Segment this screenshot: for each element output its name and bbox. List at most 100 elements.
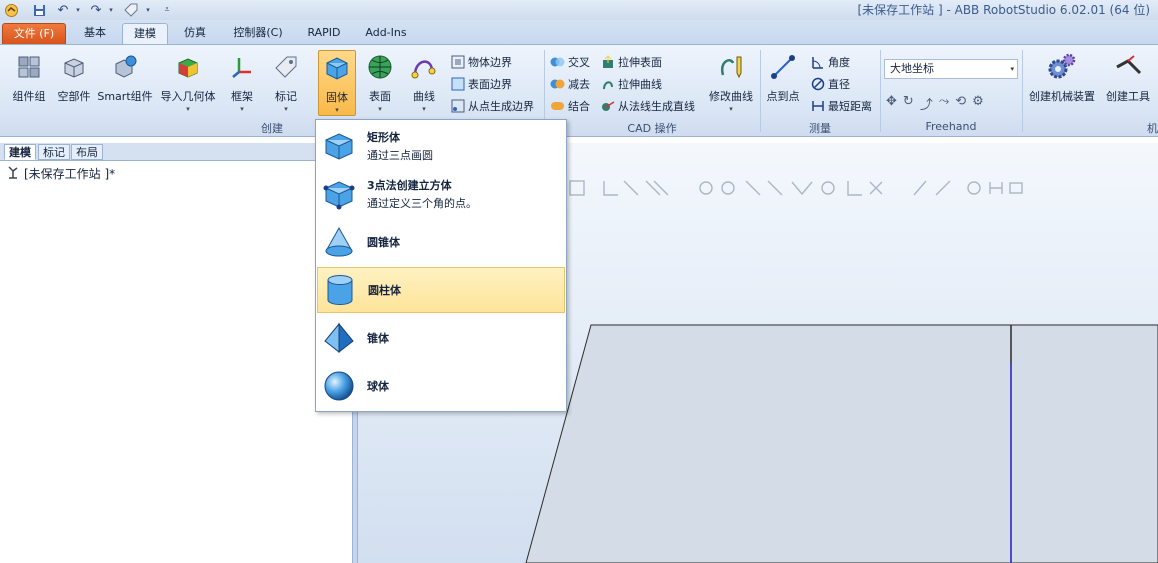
reference-frame-value: 大地坐标 <box>890 62 934 75</box>
point-to-point-button[interactable]: 点到点 <box>764 50 802 116</box>
smart-component-label: Smart组件 <box>97 90 153 103</box>
create-tool-button[interactable]: 创建工具 <box>1102 50 1154 116</box>
menu-item-title: 圆锥体 <box>367 236 400 249</box>
tab-addins[interactable]: Add-Ins <box>356 23 416 45</box>
component-group-label: 组件组 <box>12 90 46 103</box>
move-icon[interactable]: ✥ <box>886 94 897 113</box>
empty-part-icon <box>59 52 89 82</box>
tab-controller[interactable]: 控制器(C) <box>224 23 292 45</box>
solid-button[interactable]: 固体 ▾ <box>318 50 356 116</box>
smart-component-icon <box>110 52 140 82</box>
tag-label: 标记 <box>275 90 297 103</box>
extrude-curve-button[interactable]: 拉伸曲线 <box>600 74 662 94</box>
intersect-button[interactable]: 交叉 <box>550 52 590 72</box>
component-group-button[interactable]: 组件组 <box>8 50 50 116</box>
menu-item-title: 球体 <box>367 380 389 393</box>
line-from-normal-button[interactable]: 从法线生成直线 <box>600 96 695 116</box>
customize-qat-icon[interactable]: ⩡ <box>160 1 174 19</box>
tab-modeling-browser[interactable]: 建模 <box>4 144 36 160</box>
subtract-label: 减去 <box>568 78 590 91</box>
diameter-button[interactable]: 直径 <box>810 74 850 94</box>
boundary-from-points-icon <box>450 99 465 114</box>
tab-file[interactable]: 文件 (F) <box>2 23 66 45</box>
tab-layout-browser[interactable]: 布局 <box>71 144 103 160</box>
rotate-icon[interactable]: ↻ <box>903 94 914 113</box>
body-boundary-button[interactable]: 物体边界 <box>450 52 512 72</box>
tab-rapid[interactable]: RAPID <box>298 23 350 45</box>
union-label: 结合 <box>568 100 590 113</box>
subtract-button[interactable]: 减去 <box>550 74 590 94</box>
box-icon <box>321 128 357 164</box>
tab-simulation[interactable]: 仿真 <box>172 23 218 45</box>
tag-button[interactable]: 标记 ▾ <box>266 50 306 116</box>
extrude-surface-label: 拉伸表面 <box>618 56 662 69</box>
tag-icon[interactable] <box>121 1 141 19</box>
viewport-snap-toolbar <box>566 178 1026 198</box>
extrude-surface-icon <box>600 55 615 70</box>
freehand-group-label: Freehand <box>925 120 977 133</box>
min-distance-icon <box>810 99 825 114</box>
app-logo-icon[interactable] <box>2 1 20 19</box>
reference-frame-select[interactable]: 大地坐标 ▾ <box>884 59 1018 79</box>
sphere-icon <box>321 368 357 404</box>
tab-tags-browser[interactable]: 标记 <box>38 144 70 160</box>
modify-curve-dropdown-icon: ▾ <box>729 105 733 113</box>
frame-icon <box>227 52 257 82</box>
frame-button[interactable]: 框架 ▾ <box>224 50 260 116</box>
extrude-surface-button[interactable]: 拉伸表面 <box>600 52 662 72</box>
multi-robot-jog-icon[interactable]: ⚙ <box>972 94 984 113</box>
menu-item-pyramid[interactable]: 锥体 <box>317 315 565 361</box>
body-boundary-icon <box>450 55 465 70</box>
undo-dropdown-icon[interactable]: ▾ <box>73 1 83 19</box>
frame-dropdown-icon: ▾ <box>240 105 244 113</box>
menu-item-cylinder[interactable]: 圆柱体 <box>317 267 565 313</box>
solid-icon <box>322 53 352 83</box>
gears-icon <box>1047 52 1077 82</box>
menu-item-sphere[interactable]: 球体 <box>317 363 565 409</box>
solid-label: 固体 <box>326 91 348 104</box>
union-button[interactable]: 结合 <box>550 96 590 116</box>
undo-icon[interactable]: ↶ <box>55 1 71 19</box>
curve-label: 曲线 <box>413 90 435 103</box>
solid-dropdown-icon: ▾ <box>335 106 339 114</box>
union-icon <box>550 99 565 114</box>
menu-item-title: 锥体 <box>367 332 389 345</box>
curve-icon <box>409 52 439 82</box>
menu-item-box[interactable]: 矩形体 通过三点画圆 <box>317 123 565 169</box>
surface-dropdown-icon: ▾ <box>378 105 382 113</box>
create-mechanism-button[interactable]: 创建机械装置 <box>1026 50 1098 116</box>
empty-part-label: 空部件 <box>57 90 91 103</box>
tab-modeling[interactable]: 建模 <box>122 23 168 45</box>
jog-joint-icon[interactable]: ⤴ <box>920 94 933 113</box>
curve-button[interactable]: 曲线 ▾ <box>404 50 444 116</box>
surface-boundary-button[interactable]: 表面边界 <box>450 74 512 94</box>
menu-item-box-3point[interactable]: 3点法创建立方体 通过定义三个角的点。 <box>317 171 565 217</box>
min-distance-button[interactable]: 最短距离 <box>810 96 872 116</box>
group-divider <box>1022 50 1023 132</box>
menu-item-desc: 通过定义三个角的点。 <box>367 197 477 210</box>
tag-dropdown-arrow-icon: ▾ <box>284 105 288 113</box>
redo-icon[interactable]: ↷ <box>88 1 104 19</box>
smart-component-button[interactable]: Smart组件 <box>97 50 153 116</box>
modify-curve-button[interactable]: 修改曲线 ▾ <box>706 50 756 116</box>
jog-reorient-icon[interactable]: ⟲ <box>955 94 966 113</box>
surface-button[interactable]: 表面 ▾ <box>360 50 400 116</box>
snap-mode-icons <box>569 180 1023 196</box>
menu-item-cone[interactable]: 圆锥体 <box>317 219 565 265</box>
boundary-from-points-button[interactable]: 从点生成边界 <box>450 96 534 116</box>
save-icon[interactable] <box>31 1 47 19</box>
line-from-normal-icon <box>600 99 615 114</box>
redo-dropdown-icon[interactable]: ▾ <box>106 1 116 19</box>
jog-linear-icon[interactable]: ⤳ <box>939 94 949 113</box>
min-distance-label: 最短距离 <box>828 100 872 113</box>
import-geometry-button[interactable]: 导入几何体 ▾ <box>158 50 218 116</box>
box-3point-icon <box>321 176 357 212</box>
tree-station-node[interactable]: [未保存工作站 ]* <box>6 165 115 182</box>
surface-boundary-label: 表面边界 <box>468 78 512 91</box>
angle-button[interactable]: 角度 <box>810 52 850 72</box>
tag-dropdown-icon[interactable]: ▾ <box>143 1 153 19</box>
tab-basic[interactable]: 基本 <box>70 23 120 45</box>
empty-part-button[interactable]: 空部件 <box>54 50 94 116</box>
mechanism-group-label: 机械 <box>1147 122 1158 135</box>
menu-item-desc: 通过三点画圆 <box>367 149 433 162</box>
